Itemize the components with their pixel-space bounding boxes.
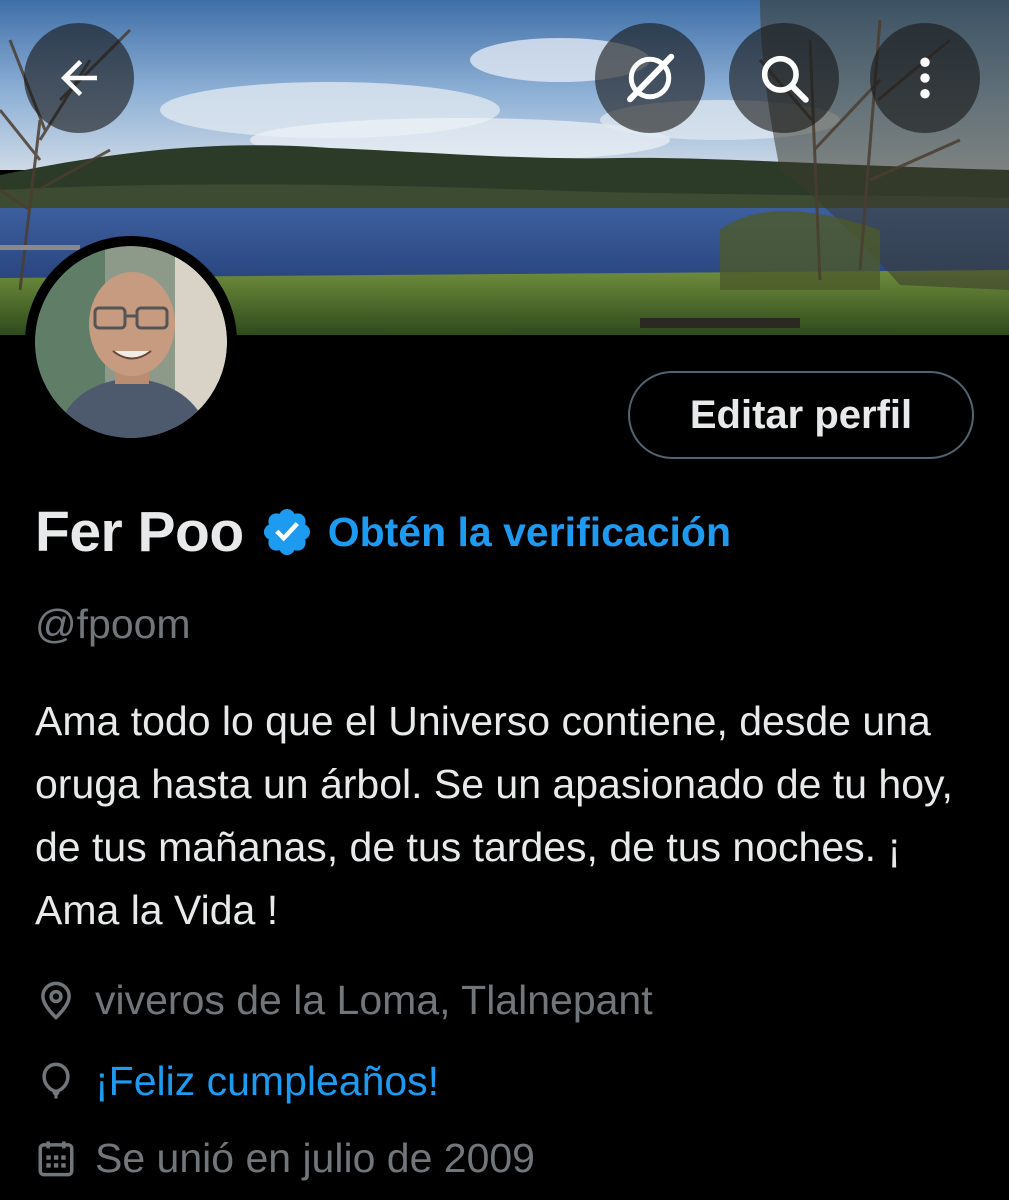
back-button[interactable] — [24, 23, 134, 133]
profile-location: viveros de la Loma, Tlalnepant — [35, 972, 653, 1028]
get-verified-link[interactable]: Obtén la verificación — [328, 509, 731, 556]
profile-birthday[interactable]: ¡Feliz cumpleaños! — [35, 1053, 439, 1109]
grok-slash-icon — [627, 53, 675, 103]
profile-avatar[interactable] — [25, 236, 237, 448]
calendar-icon — [38, 1141, 74, 1177]
joined-text: Se unió en julio de 2009 — [95, 1134, 535, 1181]
arrow-left-icon — [61, 60, 97, 96]
profile-joined-date: Se unió en julio de 2009 — [35, 1130, 535, 1186]
display-name: Fer Poo — [35, 500, 244, 564]
more-options-button[interactable] — [870, 23, 980, 133]
birthday-text[interactable]: ¡Feliz cumpleaños! — [95, 1058, 439, 1105]
location-pin-icon — [41, 981, 71, 1020]
more-vertical-icon — [920, 57, 930, 99]
search-button[interactable] — [729, 23, 839, 133]
edit-profile-button[interactable]: Editar perfil — [628, 371, 974, 459]
profile-bio: Ama todo lo que el Universo contiene, de… — [35, 698, 953, 933]
profile-name-row: Fer Poo Obtén la verificación — [35, 497, 731, 567]
profile-handle: @fpoom — [35, 601, 191, 647]
location-text: viveros de la Loma, Tlalnepant — [95, 976, 653, 1023]
grok-button[interactable] — [595, 23, 705, 133]
balloon-icon — [42, 1062, 70, 1099]
search-icon — [761, 55, 809, 103]
verified-badge-icon[interactable] — [260, 505, 314, 559]
avatar-image — [35, 246, 227, 438]
